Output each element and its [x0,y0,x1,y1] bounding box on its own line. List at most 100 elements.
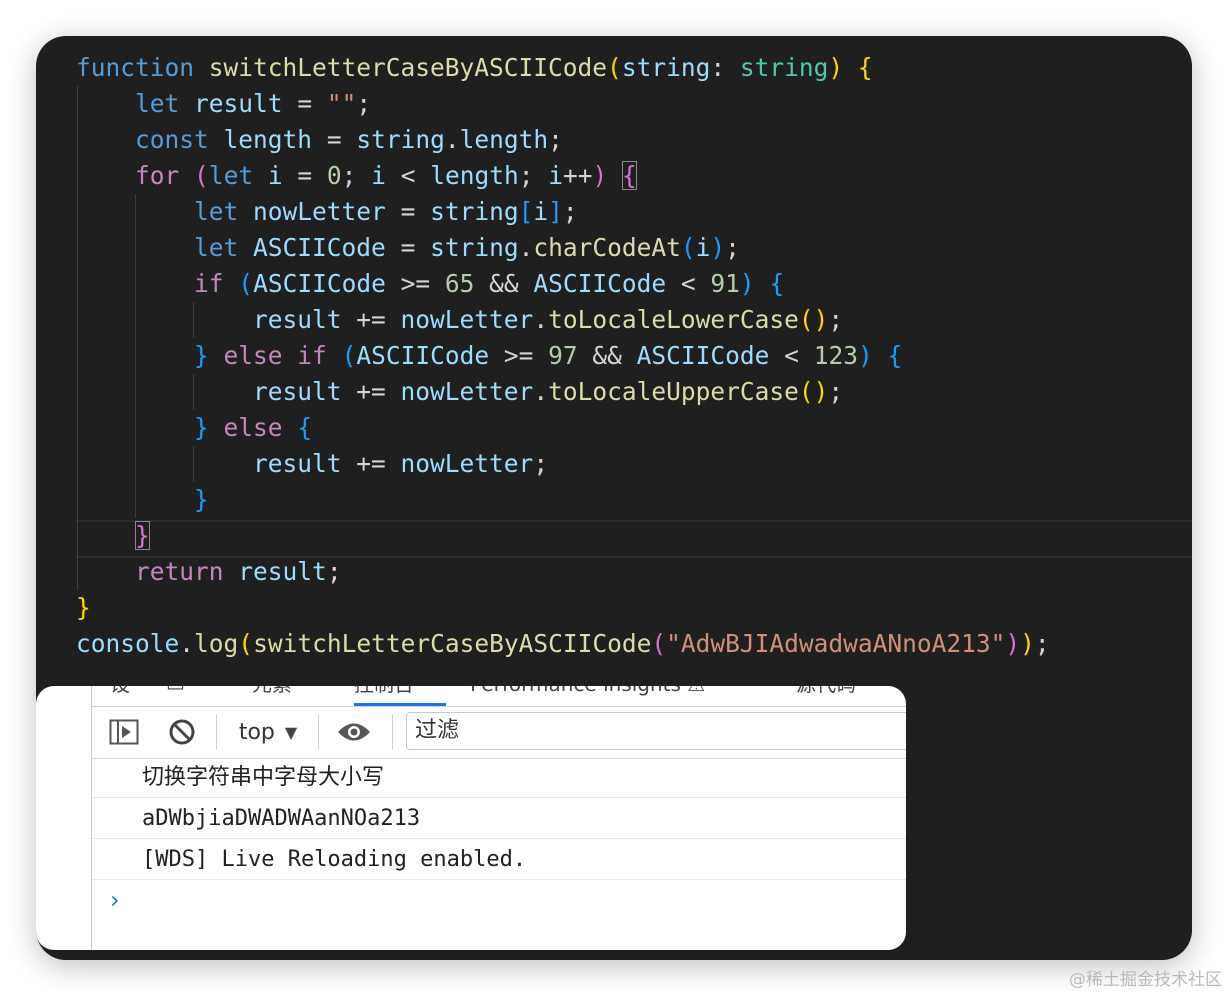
code-token: i [533,197,549,226]
code-token: string [356,125,445,154]
code-token: let [194,233,239,262]
code-line: let nowLetter = string[i]; [76,194,578,230]
code-token: const [135,125,209,154]
code-token: ; [828,305,844,334]
code-token: result [194,89,283,118]
code-token: length [459,125,549,154]
code-token: result [253,305,342,334]
code-token: else if [223,341,327,370]
code-token: nowLetter [253,197,386,226]
tab-console[interactable]: 控制台 [354,686,414,696]
filter-input[interactable]: 过滤 [406,712,906,750]
code-token: i [371,161,386,190]
code-token: result [238,557,327,586]
code-token: let [194,197,239,226]
code-line: let ASCIICode = string.charCodeAt(i); [76,230,740,266]
code-token: ASCIICode [533,269,667,298]
code-line: } else { [76,410,312,446]
dropdown-arrow-icon: ▼ [284,722,298,742]
devtools-console-panel: 设 ▭ 元素 控制台 Performance insights ⚠ 源代码 to… [36,686,906,950]
console-message: aDWbjiaDWADWAanNOa213 [92,799,906,839]
code-token: 123 [813,341,858,370]
code-token: . [518,233,534,262]
code-token: && [474,269,534,298]
code-token: >= [385,269,445,298]
code-line: return result; [76,554,342,590]
code-token: += [341,449,401,478]
code-token: i [267,161,283,190]
code-editor[interactable]: function switchLetterCaseByASCIICode(str… [36,36,1192,696]
tab-sources[interactable]: 源代码 [796,686,856,696]
code-token: console [76,629,180,658]
code-token: string [739,53,829,82]
code-token: { [769,269,785,298]
code-token: ( [680,233,696,262]
code-token: = [385,233,431,262]
code-token: if [194,269,224,298]
code-token: ASCIICode [356,341,490,370]
code-token: ) [592,161,608,190]
code-line: result += nowLetter; [76,446,548,482]
code-token: += [341,377,401,406]
code-token: ASCIICode [253,233,386,262]
code-token: result [253,377,342,406]
code-token: switchLetterCaseByASCIICode [253,629,652,658]
code-line: for (let i = 0; i < length; i++) { [76,158,637,194]
code-token: = [282,161,327,190]
code-line: } [76,590,91,626]
dock-icon[interactable]: ▭ [166,686,185,696]
code-token: result [253,449,342,478]
code-token: ) [1005,629,1021,658]
code-token: for [135,161,180,190]
code-line: const length = string.length; [76,122,563,158]
tab-settings-partial[interactable]: 设 [110,686,130,696]
code-line: console.log(switchLetterCaseByASCIICode(… [76,626,1050,662]
code-token: : [710,53,740,82]
code-token: && [577,341,637,370]
tab-elements[interactable]: 元素 [252,686,292,696]
code-token: . [533,305,549,334]
code-token: 97 [548,341,578,370]
code-token: < [769,341,814,370]
code-token: . [179,629,195,658]
clear-console-icon[interactable] [162,706,202,758]
code-token: log [194,629,239,658]
code-token: ) [710,233,726,262]
code-token: ( [651,629,667,658]
code-token: ) [1020,629,1035,658]
context-label: top [238,719,275,745]
code-token: ) [739,269,755,298]
code-token: "" [326,89,357,118]
toolbar-divider [216,714,217,750]
code-token: ( [341,341,357,370]
tab-performance-insights[interactable]: Performance insights ⚠ [470,686,705,696]
code-token: () [798,377,829,406]
code-line: } [76,518,150,554]
live-expression-eye-icon[interactable] [332,706,376,758]
context-selector[interactable]: top ▼ [228,706,308,758]
current-line-highlight [76,520,1192,558]
sidebar-toggle-icon[interactable] [104,706,144,758]
code-token: ( [238,629,254,658]
code-token: string [430,233,519,262]
code-token: < [385,161,431,190]
console-message: 切换字符串中字母大小写 [92,758,906,798]
code-token: } [194,413,209,442]
console-prompt-icon[interactable]: › [110,886,120,914]
